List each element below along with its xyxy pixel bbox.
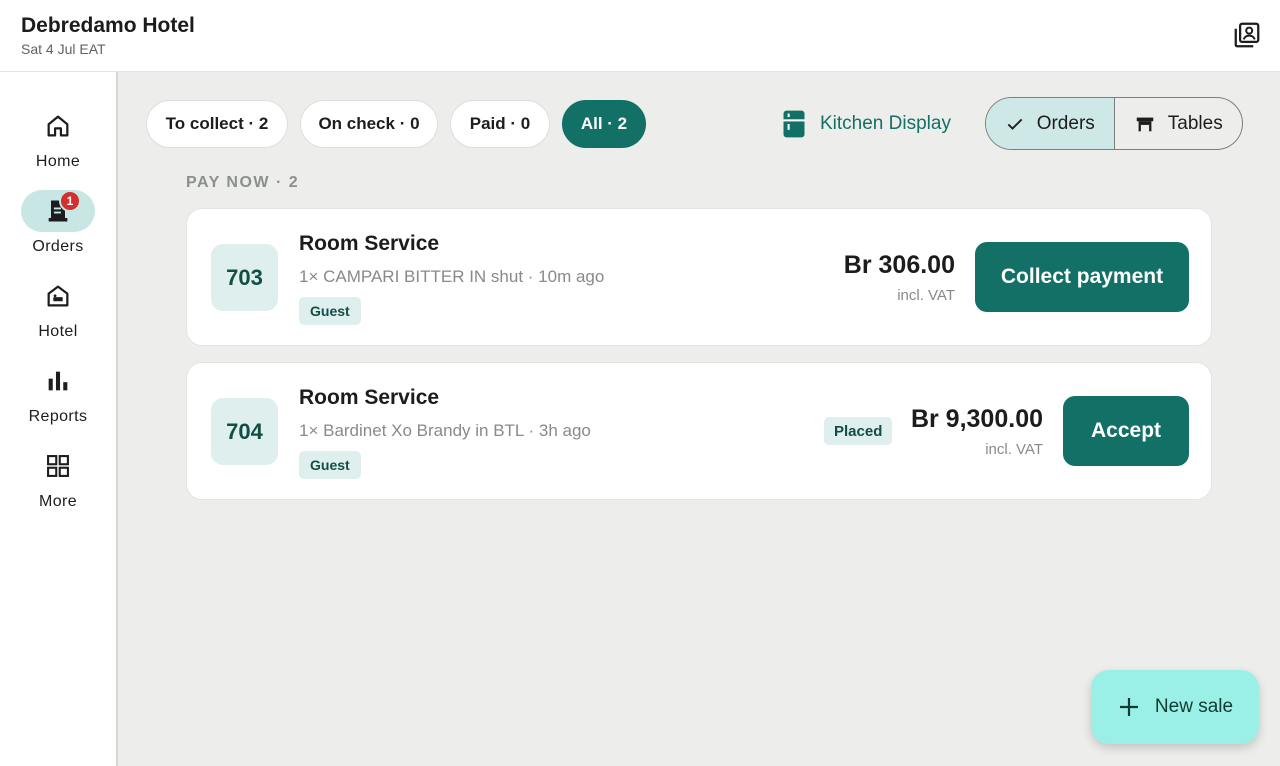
nav-label-reports: Reports: [28, 408, 88, 425]
section-title: PAY NOW · 2: [186, 174, 300, 191]
plus-icon: [1119, 698, 1138, 716]
account-button[interactable]: [1230, 18, 1264, 52]
order-price: Br 306.00: [843, 251, 955, 279]
nav-label-hotel: Hotel: [38, 323, 78, 340]
order-price: Br 9,300.00: [910, 405, 1043, 433]
tables-view-button[interactable]: Tables: [1115, 98, 1243, 149]
kitchen-icon: [783, 110, 805, 138]
hotel-icon: [47, 285, 69, 307]
app-date: Sat 4 Jul EAT: [21, 41, 106, 57]
accept-button[interactable]: Accept: [1063, 396, 1189, 466]
top-app-bar: Debredamo Hotel Sat 4 Jul EAT: [0, 0, 1280, 72]
filter-chip-to-collect[interactable]: To collect · 2: [146, 100, 288, 148]
vat-note: incl. VAT: [897, 287, 955, 304]
status-badge: Placed: [824, 417, 893, 445]
orders-view-label: Orders: [1036, 112, 1095, 134]
nav-label-orders: Orders: [32, 238, 84, 255]
account-box-icon: [1234, 22, 1260, 48]
kitchen-display-label: Kitchen Display: [820, 113, 951, 134]
bar-chart-icon: [48, 371, 68, 391]
filter-chip-paid[interactable]: Paid · 0: [450, 100, 550, 148]
filter-chip-on-check[interactable]: On check · 0: [300, 100, 438, 148]
nav-item-hotel[interactable]: Hotel: [0, 275, 116, 355]
orders-view-button[interactable]: Orders: [986, 98, 1115, 149]
order-title: Room Service: [299, 232, 440, 255]
nav-item-orders[interactable]: 1 Orders: [0, 190, 116, 270]
nav-label-more: More: [38, 493, 78, 510]
filter-chip-all[interactable]: All · 2: [562, 100, 646, 148]
vat-note: incl. VAT: [985, 441, 1043, 458]
nav-item-reports[interactable]: Reports: [0, 360, 116, 440]
order-card[interactable]: 704 Room Service 1× Bardinet Xo Brandy i…: [186, 362, 1212, 500]
nav-label-home: Home: [35, 153, 81, 170]
new-sale-button[interactable]: New sale: [1091, 670, 1259, 744]
nav-item-more[interactable]: More: [0, 445, 116, 525]
check-icon: [1007, 118, 1023, 130]
guest-tag: Guest: [299, 451, 361, 479]
view-toggle: Orders Tables: [985, 97, 1243, 150]
order-description: 1× CAMPARI BITTER IN shut · 10m ago: [299, 267, 605, 286]
order-title: Room Service: [299, 386, 440, 409]
order-description: 1× Bardinet Xo Brandy in BTL · 3h ago: [299, 421, 591, 440]
room-number: 704: [211, 398, 278, 465]
new-sale-label: New sale: [1154, 696, 1234, 717]
grid-icon: [47, 455, 69, 477]
home-icon: [47, 115, 69, 137]
collect-payment-button[interactable]: Collect payment: [975, 242, 1189, 312]
table-icon: [1136, 117, 1154, 131]
kitchen-display-button[interactable]: Kitchen Display: [782, 106, 951, 142]
orders-badge: 1: [59, 190, 81, 212]
app-title: Debredamo Hotel: [21, 14, 195, 37]
guest-tag: Guest: [299, 297, 361, 325]
tables-view-label: Tables: [1167, 112, 1223, 134]
room-number: 703: [211, 244, 278, 311]
navigation-rail: Home 1 Orders Hotel Reports More: [0, 72, 118, 766]
main-content: To collect · 2 On check · 0 Paid · 0 All…: [118, 72, 1280, 766]
nav-item-home[interactable]: Home: [0, 105, 116, 185]
order-card[interactable]: 703 Room Service 1× CAMPARI BITTER IN sh…: [186, 208, 1212, 346]
